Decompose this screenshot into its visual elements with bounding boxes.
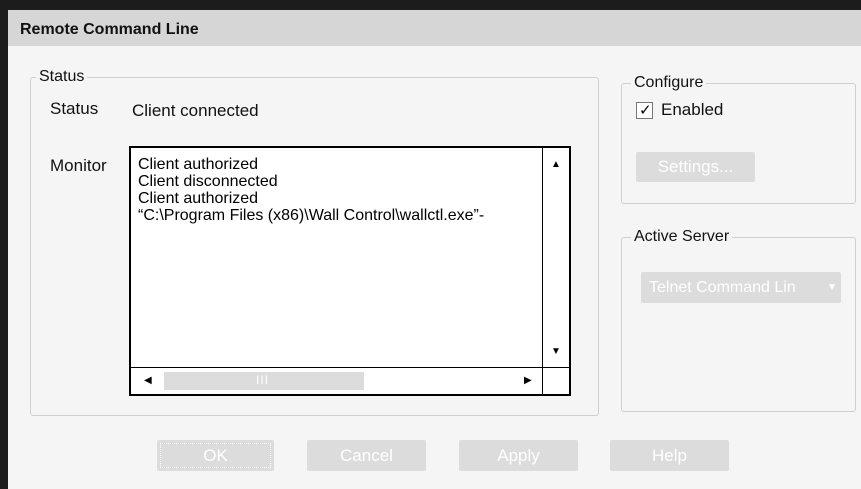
- log-line: Client disconnected: [138, 173, 278, 190]
- log-line: Client authorized: [138, 156, 259, 173]
- title-bar: Remote Command Line: [8, 10, 861, 46]
- log-line: “C:\Program Files (x86)\Wall Control\wal…: [138, 207, 485, 224]
- monitor-log-box[interactable]: Client authorized Client disconnected Cl…: [129, 146, 571, 396]
- help-button[interactable]: Help: [610, 440, 729, 471]
- horizontal-scrollbar[interactable]: ◀ III ▶: [131, 367, 543, 394]
- scroll-down-icon[interactable]: ▼: [551, 347, 561, 357]
- active-server-selected: Telnet Command Lin: [649, 279, 796, 296]
- configure-group: Configure: [621, 74, 856, 204]
- status-value: Client connected: [132, 101, 259, 120]
- vertical-scrollbar[interactable]: ▲ ▼: [542, 148, 569, 368]
- status-group-legend: Status: [36, 68, 88, 86]
- active-server-group: Active Server: [621, 228, 856, 412]
- configure-group-legend: Configure: [631, 74, 707, 92]
- monitor-label: Monitor: [50, 156, 107, 175]
- monitor-log-text: Client authorized Client disconnected Cl…: [138, 156, 538, 224]
- help-button-label: Help: [652, 446, 687, 465]
- horizontal-scroll-thumb[interactable]: III: [164, 372, 364, 390]
- scroll-thumb-grip: III: [256, 373, 270, 387]
- settings-button-label: Settings...: [657, 157, 734, 176]
- remote-command-line-window: Remote Command Line Status Status Client…: [8, 10, 861, 489]
- apply-button[interactable]: Apply: [459, 440, 578, 471]
- status-label: Status: [50, 99, 99, 118]
- enabled-label[interactable]: Enabled: [661, 100, 723, 120]
- scroll-right-icon[interactable]: ▶: [524, 376, 532, 386]
- scroll-up-icon[interactable]: ▲: [551, 160, 561, 170]
- scrollbar-corner: [542, 367, 569, 394]
- cancel-button[interactable]: Cancel: [307, 440, 426, 471]
- active-server-group-legend: Active Server: [631, 228, 733, 246]
- chevron-down-icon: ▼: [827, 282, 837, 293]
- scroll-left-icon[interactable]: ◀: [144, 376, 152, 386]
- enabled-checkbox[interactable]: ✓: [636, 102, 653, 119]
- window-title: Remote Command Line: [20, 21, 199, 38]
- cancel-button-label: Cancel: [340, 446, 393, 465]
- settings-button[interactable]: Settings...: [636, 152, 755, 182]
- log-line: Client authorized: [138, 190, 259, 207]
- ok-button-label: OK: [203, 446, 228, 465]
- apply-button-label: Apply: [497, 446, 540, 465]
- check-mark-icon: ✓: [639, 102, 652, 119]
- active-server-dropdown[interactable]: Telnet Command Lin ▼: [641, 272, 841, 303]
- ok-button[interactable]: OK: [157, 440, 274, 471]
